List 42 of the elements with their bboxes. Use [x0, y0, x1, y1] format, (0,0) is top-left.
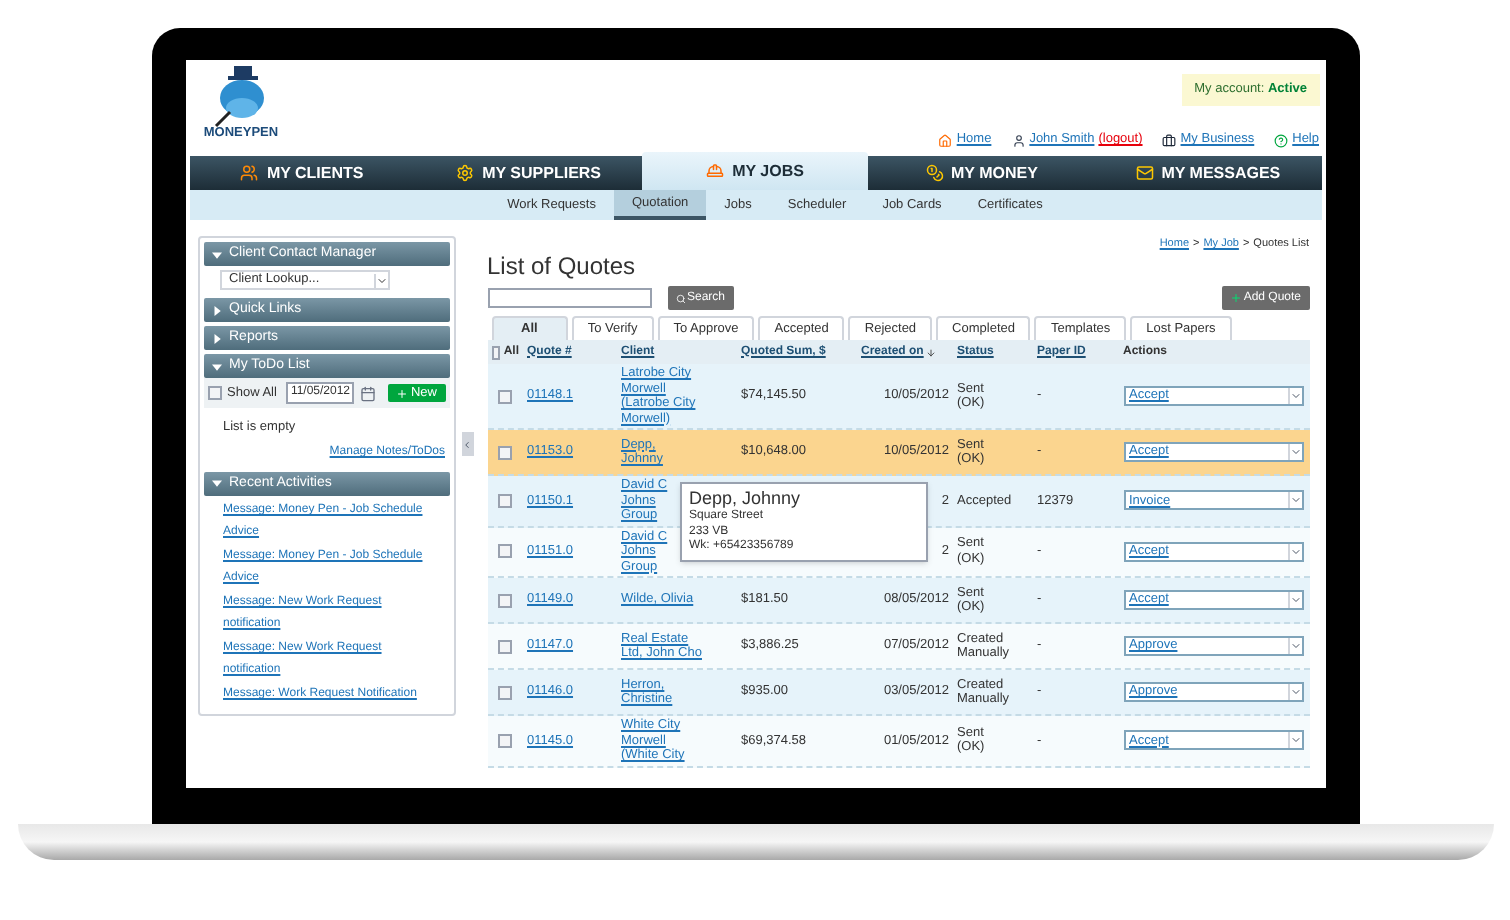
users-icon — [240, 164, 259, 182]
checkbox[interactable] — [498, 389, 512, 403]
chevron-down-icon — [1287, 444, 1301, 460]
search-field[interactable] — [487, 288, 651, 308]
checkbox[interactable] — [498, 685, 512, 699]
tooltip-title: Depp, Johnny — [689, 488, 803, 509]
chevron-down-icon — [1287, 732, 1301, 749]
chevron-down-icon — [1287, 543, 1301, 560]
checkbox[interactable] — [498, 493, 512, 508]
gear-icon — [456, 164, 475, 182]
chevron-down-icon — [1287, 592, 1301, 608]
user-icon — [1011, 133, 1026, 148]
main-nav-tab[interactable]: MY MESSAGES — [1094, 156, 1322, 190]
checkbox[interactable] — [498, 593, 512, 607]
hard-hat-icon — [706, 162, 725, 180]
checkbox[interactable] — [498, 733, 512, 748]
chevron-left-icon — [462, 439, 472, 449]
checkbox[interactable] — [207, 386, 221, 400]
mail-icon — [1135, 164, 1154, 182]
checkbox[interactable] — [491, 345, 500, 359]
briefcase-icon — [1162, 133, 1177, 148]
home-icon — [938, 133, 953, 148]
collapse-handle[interactable] — [461, 432, 473, 456]
page-title: List of Quotes — [487, 252, 638, 280]
checkbox[interactable] — [498, 544, 512, 559]
main-nav-tab[interactable]: MY CLIENTS — [189, 156, 416, 190]
checkbox[interactable] — [498, 639, 512, 653]
chevron-down-icon — [1287, 492, 1301, 509]
main-nav-tab[interactable]: MY SUPPLIERS — [415, 156, 642, 190]
help-icon — [1274, 133, 1289, 148]
coins-icon — [925, 164, 943, 182]
chevron-down-icon — [373, 273, 387, 287]
main-nav-tab[interactable]: MY JOBS — [641, 152, 869, 190]
plus-icon — [396, 387, 409, 399]
chevron-down-icon — [1287, 638, 1301, 654]
plus-icon — [1229, 292, 1242, 304]
main-nav-tab[interactable]: MY MONEY — [868, 156, 1095, 190]
chevron-down-icon — [1287, 388, 1301, 404]
calendar-icon[interactable] — [360, 385, 377, 401]
chevron-down-icon — [1287, 684, 1301, 700]
checkbox[interactable] — [498, 445, 512, 459]
search-icon — [675, 293, 685, 303]
